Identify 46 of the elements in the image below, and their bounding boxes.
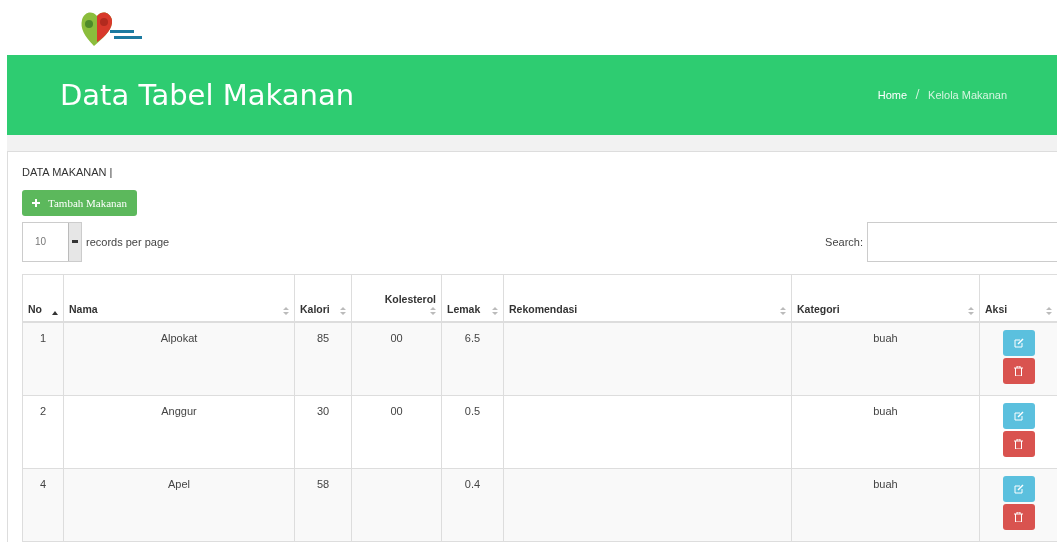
- edit-button[interactable]: [1002, 330, 1035, 356]
- table-cell: 30: [294, 395, 352, 469]
- page-size-select[interactable]: 10: [22, 222, 82, 262]
- section-title: DATA MAKANAN |: [22, 166, 114, 178]
- table-cell: buah: [791, 322, 980, 396]
- table-cell: Alpokat: [63, 322, 295, 396]
- table-cell: 0.4: [441, 468, 504, 542]
- trash-icon: [1014, 439, 1023, 449]
- search-field[interactable]: [867, 222, 1057, 262]
- column-header[interactable]: Rekomendasi: [503, 274, 792, 322]
- plus-icon: [32, 199, 40, 207]
- breadcrumb-separator-icon: [915, 89, 921, 100]
- column-header[interactable]: Kolesterol: [351, 274, 442, 322]
- column-header[interactable]: Aksi: [979, 274, 1057, 322]
- table-cell: 0.5: [441, 395, 504, 469]
- table-cell: 2: [22, 395, 64, 469]
- column-header[interactable]: Kalori: [294, 274, 352, 322]
- table-cell: 1: [22, 322, 64, 396]
- column-header[interactable]: Nama: [63, 274, 295, 322]
- edit-button[interactable]: [1002, 403, 1035, 429]
- table-cell: 85: [294, 322, 352, 396]
- search-label: Search:: [825, 236, 863, 248]
- trash-icon: [1014, 366, 1023, 376]
- table-cell: buah: [791, 468, 980, 542]
- edit-icon: [1013, 484, 1024, 494]
- table-cell: Anggur: [63, 395, 295, 469]
- table-cell: 00: [351, 395, 442, 469]
- edit-icon: [1013, 338, 1024, 348]
- column-header[interactable]: No: [22, 274, 64, 322]
- column-header[interactable]: Kategori: [791, 274, 980, 322]
- page-size-label: records per page: [86, 236, 170, 248]
- delete-button[interactable]: [1002, 504, 1035, 530]
- delete-button[interactable]: [1002, 431, 1035, 457]
- delete-button[interactable]: [1002, 358, 1035, 384]
- table-cell: 6.5: [441, 322, 504, 396]
- table-cell: 58: [294, 468, 352, 542]
- edit-icon: [1013, 411, 1024, 421]
- table-cell: 00: [351, 322, 442, 396]
- table-cell: 4: [22, 468, 64, 542]
- edit-button[interactable]: [1002, 476, 1035, 502]
- table-cell: buah: [791, 395, 980, 469]
- table-cell: Apel: [63, 468, 295, 542]
- trash-icon: [1014, 512, 1023, 522]
- page-title: Data Tabel Makanan: [60, 78, 355, 113]
- spinner-icon: [72, 240, 78, 244]
- column-header[interactable]: Lemak: [441, 274, 504, 322]
